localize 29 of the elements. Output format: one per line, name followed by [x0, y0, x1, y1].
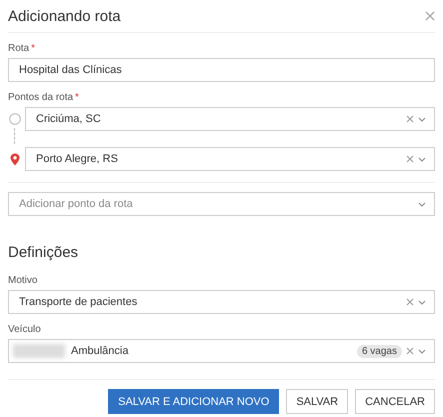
action-button[interactable]: CANCELAR: [355, 389, 435, 414]
seats-badge: 6 vagas: [356, 344, 402, 358]
clear-icon[interactable]: [406, 298, 414, 306]
field-label: Motivo: [8, 275, 38, 286]
clear-icon[interactable]: [406, 347, 414, 355]
redacted-block: [13, 344, 65, 358]
chevron-down-icon[interactable]: [418, 202, 426, 206]
clear-icon[interactable]: [406, 155, 414, 163]
route-point-field[interactable]: Criciúma, SC: [25, 107, 435, 131]
clear-icon[interactable]: [406, 115, 414, 123]
field-label: Veículo: [8, 324, 41, 335]
vehicle-select[interactable]: Ambulância 6 vagas: [8, 339, 435, 363]
chevron-down-icon[interactable]: [418, 348, 426, 354]
chevron-down-icon[interactable]: [418, 300, 426, 304]
chevron-down-icon[interactable]: [418, 116, 426, 122]
chevron-down-icon[interactable]: [418, 156, 426, 162]
action-button[interactable]: SALVAR: [286, 389, 348, 414]
section-title: Definições: [8, 244, 80, 261]
field-label: Pontos da rota *: [8, 92, 79, 103]
circle-icon: [9, 113, 21, 125]
close-icon[interactable]: [425, 11, 435, 21]
save-and-new-button[interactable]: SALVAR E ADICIONAR NOVO: [108, 389, 280, 414]
map-pin-icon: [10, 152, 20, 166]
dialog-title: Adicionando rota: [8, 8, 121, 24]
route-point-field[interactable]: Porto Alegre, RS: [25, 147, 435, 171]
text-field[interactable]: Hospital das Clínicas: [8, 58, 435, 82]
reason-select[interactable]: Transporte de pacientes: [8, 290, 435, 314]
field-label: Rota *: [8, 43, 36, 54]
add-point-field[interactable]: Adicionar ponto da rota: [8, 192, 435, 216]
